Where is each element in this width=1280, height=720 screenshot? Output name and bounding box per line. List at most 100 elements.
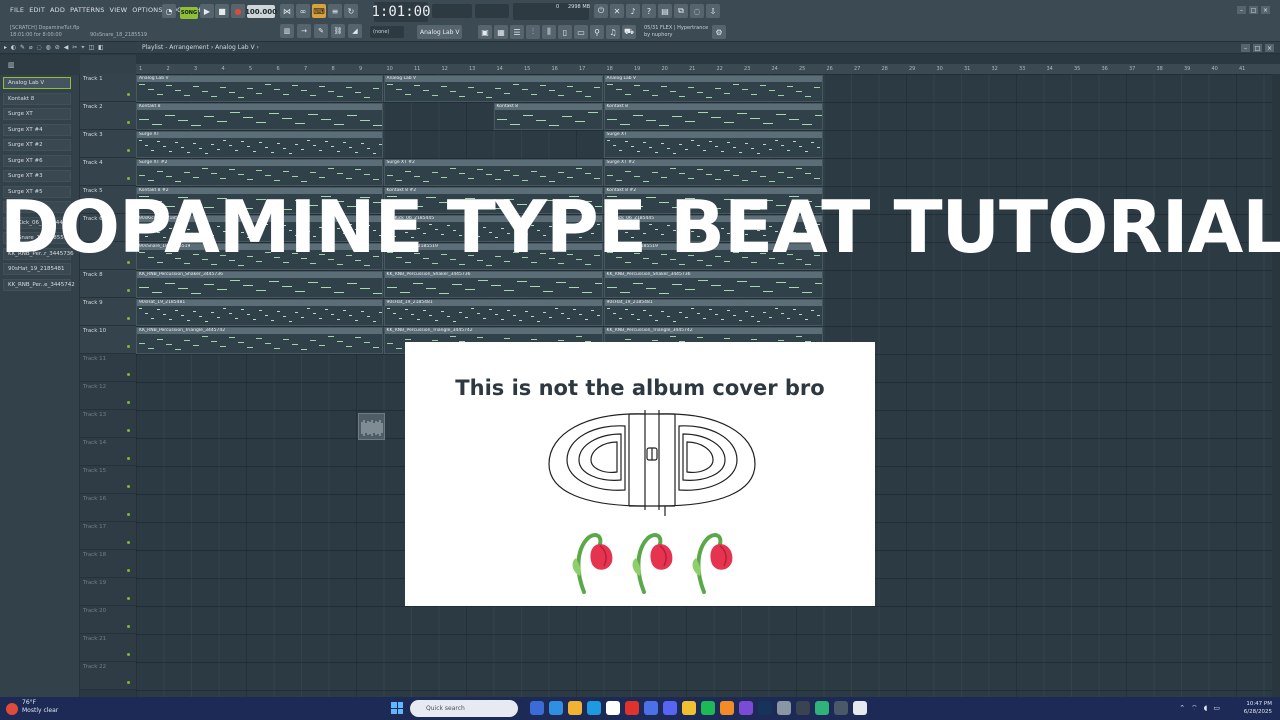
panic-icon[interactable]: ✕ — [610, 4, 624, 18]
track-enable-led[interactable] — [127, 457, 130, 460]
track-enable-led[interactable] — [127, 345, 130, 348]
chrome-icon[interactable] — [682, 701, 696, 715]
copilot-icon[interactable] — [549, 701, 563, 715]
track-enable-led[interactable] — [127, 93, 130, 96]
task-view-icon[interactable] — [530, 701, 544, 715]
track-header[interactable]: Track 18 — [80, 550, 136, 578]
track-enable-led[interactable] — [127, 625, 130, 628]
pattern-item[interactable]: Surge XT #4 — [3, 123, 71, 136]
menu-add[interactable]: ADD — [50, 6, 65, 14]
playlist-clip[interactable]: Surge XT — [136, 131, 383, 158]
power-icon[interactable]: ⏻ — [594, 4, 608, 18]
piano-roll-icon[interactable]: ▥ — [280, 24, 294, 38]
playlist-maximize-icon[interactable]: □ — [1253, 44, 1262, 52]
track-enable-led[interactable] — [127, 401, 130, 404]
browser-icon[interactable]: ▭ — [574, 25, 588, 39]
pattern-item[interactable]: Surge XT #3 — [3, 170, 71, 182]
track-enable-led[interactable] — [127, 429, 130, 432]
track-enable-led[interactable] — [127, 653, 130, 656]
playlist-clip[interactable]: 90sHat_19_2185481 — [383, 299, 603, 326]
pattern-item[interactable]: Surge XT — [3, 108, 71, 120]
track-enable-led[interactable] — [127, 681, 130, 684]
steam-icon[interactable] — [758, 701, 772, 715]
track-header[interactable]: Track 3 — [80, 130, 136, 158]
store-icon[interactable] — [606, 701, 620, 715]
playlist-clip[interactable]: 90sHat_19_2185481 — [603, 299, 823, 326]
pattern-item[interactable]: Surge XT #6 — [3, 154, 71, 167]
photos-icon[interactable] — [644, 701, 658, 715]
track-enable-led[interactable] — [127, 597, 130, 600]
network-icon[interactable]: ⌔ — [1191, 704, 1198, 713]
track-enable-led[interactable] — [127, 149, 130, 152]
track-enable-led[interactable] — [127, 289, 130, 292]
plugin-select[interactable]: Analog Lab V — [417, 25, 462, 39]
track-header[interactable]: Track 1 — [80, 74, 136, 102]
playlist-clip[interactable]: Kontakt 8 — [493, 103, 603, 130]
playlist-tools[interactable]: ▸ ◐ ✎ ⌀ ◌ ◍ ⊘ ◀ ✂ ⌖ ◫ ◧ — [4, 44, 105, 52]
app3-icon[interactable] — [834, 701, 848, 715]
playlist-clip[interactable]: KK_RNB_Percussion_Triangle_3445742 — [136, 327, 383, 354]
discord-icon[interactable] — [663, 701, 677, 715]
edge-icon[interactable] — [587, 701, 601, 715]
battery-icon[interactable]: ▭ — [1213, 704, 1220, 713]
stop-button[interactable]: ■ — [215, 4, 229, 18]
spotify-icon[interactable] — [701, 701, 715, 715]
brush-icon[interactable]: ◢ — [348, 24, 362, 38]
playlist-close-icon[interactable]: × — [1265, 44, 1274, 52]
pattern-item[interactable]: KK_RNB_Per..e_3445742 — [3, 278, 75, 291]
track-enable-led[interactable] — [127, 513, 130, 516]
menu-patterns[interactable]: PATTERNS — [70, 6, 104, 14]
playlist-clip[interactable]: KK_RNB_Percussion_Shaker_3445736 — [383, 271, 603, 298]
fl-studio-icon[interactable] — [720, 701, 734, 715]
news-panel[interactable]: 05/31 FLEX | Hypertrance by nuphory — [644, 25, 708, 39]
vertical-scrollbar[interactable] — [1272, 74, 1280, 697]
piano-icon[interactable]: ▥ — [8, 61, 15, 69]
obs-icon[interactable] — [796, 701, 810, 715]
track-header[interactable]: Track 17 — [80, 522, 136, 550]
snap-icon[interactable]: ⋈ — [280, 4, 294, 18]
help-icon[interactable]: ? — [642, 4, 656, 18]
track-enable-led[interactable] — [127, 485, 130, 488]
volume-icon[interactable]: ◖ — [1204, 704, 1208, 713]
pattern-item[interactable]: Analog Lab V — [3, 77, 71, 89]
playlist-clip[interactable]: Analog Lab V — [603, 75, 823, 102]
timeline-ruler[interactable]: 1 2 3 4 5 6 7 8 9 10 11 12 13 14 15 16 17 18 19 20 21 22 23 24 2… — [136, 64, 1280, 74]
maximize-icon[interactable]: □ — [1249, 6, 1258, 14]
playlist-clip[interactable]: KK_RNB_Percussion_Shaker_3445736 — [136, 271, 383, 298]
taskbar-clock[interactable]: 10:47 PM 6/28/2025 — [1244, 700, 1272, 716]
step-edit-icon[interactable]: ≡ — [328, 4, 342, 18]
list-icon[interactable]: ☰ — [510, 25, 524, 39]
playlist-clip[interactable]: Analog Lab V — [136, 75, 383, 102]
track-header[interactable]: Track 21 — [80, 634, 136, 662]
track-enable-led[interactable] — [127, 317, 130, 320]
track-header[interactable]: Track 2 — [80, 102, 136, 130]
app2-icon[interactable] — [815, 701, 829, 715]
app4-icon[interactable] — [853, 701, 867, 715]
pencil-icon[interactable]: ✎ — [314, 24, 328, 38]
playlist-breadcrumb[interactable]: Playlist - Arrangement › Analog Lab V › — [142, 44, 259, 51]
playlist-clip[interactable]: Kontakt 8 — [136, 103, 383, 130]
minimize-icon[interactable]: – — [1237, 6, 1246, 14]
bell-icon[interactable]: ♫ — [606, 25, 620, 39]
playlist-clip[interactable]: KK_RNB_Percussion_Shaker_3445736 — [603, 271, 823, 298]
metronome-icon[interactable]: ◔ — [162, 4, 176, 18]
menu-view[interactable]: VIEW — [110, 6, 128, 14]
chat-icon[interactable]: ◌ — [690, 4, 704, 18]
faders-icon[interactable]: ⫼ — [542, 25, 556, 39]
track-enable-led[interactable] — [127, 541, 130, 544]
game-icon[interactable] — [625, 701, 639, 715]
preset-select[interactable]: (none) — [370, 26, 404, 38]
track-header[interactable]: Track 19 — [80, 578, 136, 606]
weather-widget[interactable]: 76°F Mostly clear — [6, 699, 58, 715]
track-enable-led[interactable] — [127, 177, 130, 180]
track-enable-led[interactable] — [127, 569, 130, 572]
track-header[interactable]: Track 11 — [80, 354, 136, 382]
plugin-icon[interactable]: ⚲ — [590, 25, 604, 39]
pattern-song-toggle[interactable]: SONG — [180, 7, 198, 19]
menu-edit[interactable]: EDIT — [29, 6, 45, 14]
play-button[interactable]: ▶ — [200, 4, 214, 18]
grid-icon[interactable]: ▦ — [494, 25, 508, 39]
microphone-icon[interactable]: ♪ — [626, 4, 640, 18]
settings-icon[interactable] — [777, 701, 791, 715]
playlist-minimize-icon[interactable]: – — [1241, 44, 1250, 52]
